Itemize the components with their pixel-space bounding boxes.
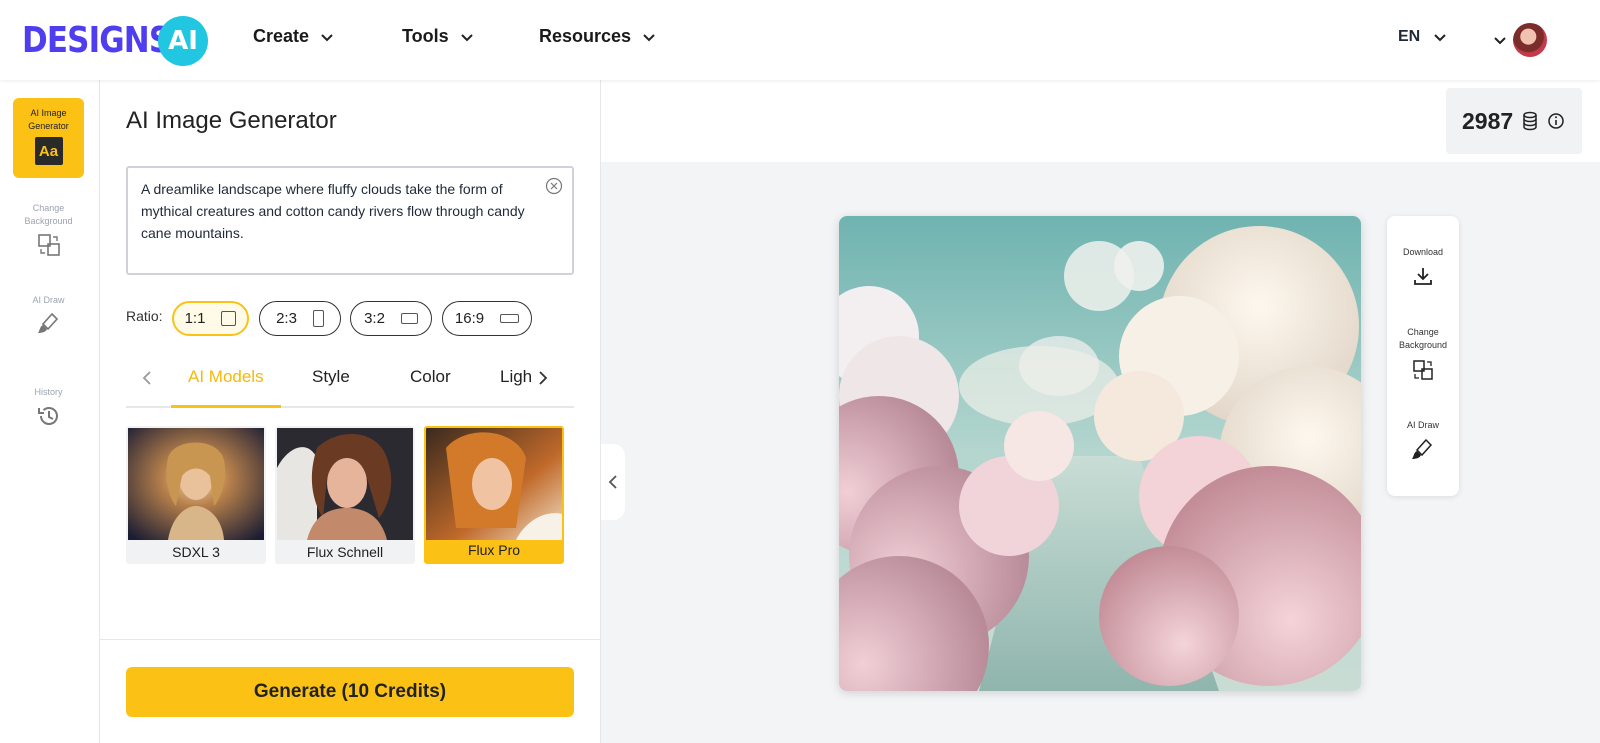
collapse-panel-button[interactable] <box>601 444 625 520</box>
model-card-flux-schnell[interactable]: Flux Schnell <box>275 426 415 564</box>
credits-badge[interactable]: 2987 <box>1446 88 1582 154</box>
ratio-3-2[interactable]: 3:2 <box>350 301 432 336</box>
generated-image[interactable] <box>839 216 1361 691</box>
nav-tools-label: Tools <box>402 26 449 46</box>
language-selector[interactable]: EN <box>1398 28 1448 46</box>
ratio-2-3[interactable]: 2:3 <box>259 301 341 336</box>
chevron-down-icon <box>643 33 655 41</box>
info-icon[interactable] <box>1547 112 1565 130</box>
ratio-label: Ratio: <box>126 308 163 324</box>
download-label: Download <box>1402 247 1444 257</box>
ratio-value: 1:1 <box>184 310 206 327</box>
landscape-ratio-icon <box>400 313 418 324</box>
download-icon <box>1414 268 1432 285</box>
model-thumbnail <box>128 428 264 540</box>
ratio-1-1[interactable]: 1:1 <box>172 301 249 336</box>
model-label: Flux Pro <box>467 542 521 558</box>
tab-ai-models[interactable]: AI Models <box>188 367 264 387</box>
nav-resources-label: Resources <box>539 26 632 46</box>
change-background-icon <box>37 234 60 256</box>
ai-draw-button[interactable]: AI Draw <box>1387 419 1459 462</box>
change-background-label: Change Background <box>1398 327 1448 350</box>
square-ratio-icon <box>221 311 237 326</box>
generate-footer: Generate (10 Credits) <box>100 639 600 743</box>
cloud-landscape-image <box>839 216 1361 691</box>
portrait-ratio-icon <box>312 310 324 327</box>
widescreen-ratio-icon <box>500 314 520 323</box>
nav-create[interactable]: Create <box>253 26 335 47</box>
generator-panel: AI Image Generator A dreamlike landscape… <box>100 80 601 743</box>
model-label: SDXL 3 <box>172 544 220 560</box>
option-tabs: AI Models Style Color Ligh <box>126 350 574 408</box>
rail-item-label: AI Image Generator <box>28 108 69 131</box>
logo-badge: AI <box>158 16 208 66</box>
clear-icon[interactable] <box>545 177 563 195</box>
change-background-icon <box>1413 360 1433 380</box>
brush-icon <box>37 312 58 333</box>
tab-style[interactable]: Style <box>312 367 350 387</box>
ratio-16-9[interactable]: 16:9 <box>442 301 532 336</box>
chevron-right-icon[interactable] <box>535 369 551 387</box>
rail-item-ai-draw[interactable]: AI Draw <box>13 294 84 337</box>
coins-icon <box>1523 111 1537 131</box>
ratio-value: 16:9 <box>454 310 485 327</box>
rail-item-label: Change Background <box>24 203 73 226</box>
credits-value: 2987 <box>1462 107 1514 134</box>
page-title: AI Image Generator <box>126 107 337 134</box>
ratio-value: 3:2 <box>364 310 385 327</box>
model-card-flux-pro[interactable]: Flux Pro <box>424 426 564 564</box>
download-button[interactable]: Download <box>1387 246 1459 287</box>
model-thumbnail <box>277 428 413 540</box>
chevron-down-icon <box>460 33 473 41</box>
rail-item-change-background[interactable]: Change Background <box>13 202 84 258</box>
top-navbar: DESIGNS. AI Create Tools Resources EN <box>0 0 1600 80</box>
model-card-sdxl-3[interactable]: SDXL 3 <box>126 426 266 564</box>
generate-button[interactable]: Generate (10 Credits) <box>126 667 574 717</box>
tab-color[interactable]: Color <box>410 367 451 387</box>
chevron-left-icon <box>608 475 617 489</box>
chevron-down-icon <box>321 33 333 41</box>
avatar[interactable] <box>1513 23 1547 57</box>
brush-icon <box>1412 438 1433 459</box>
model-thumbnail <box>426 428 562 540</box>
prompt-text: A dreamlike landscape where fluffy cloud… <box>141 181 525 241</box>
nav-tools[interactable]: Tools <box>402 26 475 47</box>
ai-draw-label: AI Draw <box>1406 420 1439 430</box>
rail-item-ai-image-generator[interactable]: AI Image Generator Aa <box>13 98 84 178</box>
tab-lighting[interactable]: Ligh <box>500 367 532 387</box>
nav-resources[interactable]: Resources <box>539 26 657 47</box>
left-rail: AI Image Generator Aa Change Background … <box>0 80 100 743</box>
text-aa-icon: Aa <box>34 137 63 165</box>
brand-logo[interactable]: DESIGNS. AI <box>22 16 208 66</box>
model-label: Flux Schnell <box>306 544 384 560</box>
change-background-button[interactable]: Change Background <box>1387 326 1459 382</box>
chevron-down-icon <box>1434 34 1446 42</box>
nav-create-label: Create <box>253 26 310 46</box>
rail-item-history[interactable]: History <box>13 386 84 429</box>
prompt-input[interactable]: A dreamlike landscape where fluffy cloud… <box>126 166 574 275</box>
chevron-left-icon[interactable] <box>140 369 156 387</box>
active-tab-indicator <box>171 405 281 408</box>
account-menu-chevron-icon[interactable] <box>1492 32 1508 48</box>
language-label: EN <box>1398 28 1421 45</box>
image-actions-panel: Download Change Background AI Draw <box>1387 216 1459 496</box>
ratio-value: 2:3 <box>276 310 297 327</box>
rail-item-label: History <box>34 387 63 397</box>
history-icon <box>37 407 58 425</box>
rail-item-label: AI Draw <box>32 295 65 305</box>
